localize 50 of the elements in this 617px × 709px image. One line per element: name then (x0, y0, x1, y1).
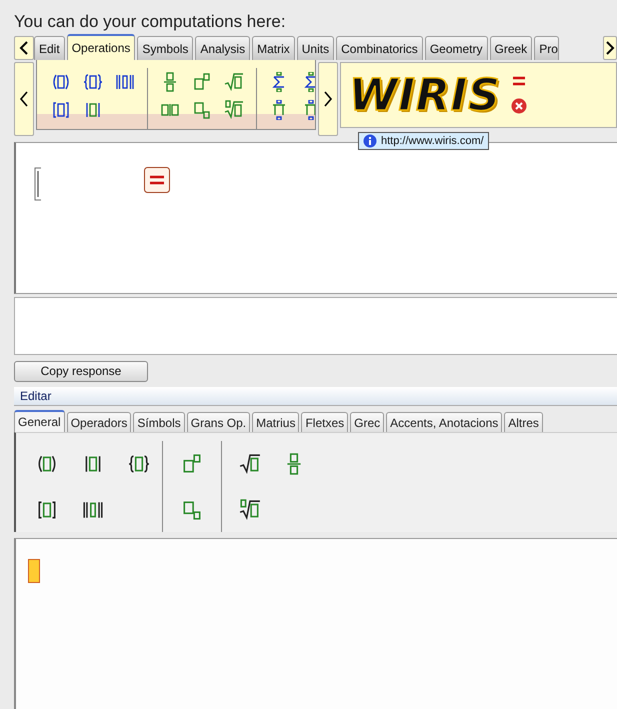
tab[interactable]: Grec (350, 412, 384, 432)
tab[interactable]: Matrix (252, 36, 295, 60)
superscript-icon[interactable] (192, 72, 212, 92)
tab[interactable]: Accents, Anotacions (386, 412, 502, 432)
text-cursor (28, 559, 40, 583)
tab[interactable]: Pro (534, 36, 559, 60)
tab[interactable]: Grans Op. (186, 412, 250, 432)
scroll-right-button[interactable] (603, 36, 617, 60)
response-field[interactable] (14, 297, 617, 355)
chevron-right-icon (323, 91, 333, 107)
calculate-button[interactable] (144, 167, 170, 193)
info-icon (363, 134, 377, 148)
scroll-left-button[interactable] (14, 36, 34, 60)
tab[interactable]: Greek (490, 36, 532, 60)
tab[interactable]: Operadors (66, 412, 132, 432)
chevron-right-icon (605, 41, 615, 55)
brackets-icon[interactable] (51, 100, 71, 120)
parentheses-icon[interactable] (36, 453, 58, 475)
tab[interactable]: Edit (34, 36, 65, 60)
tab[interactable]: Matrius (252, 412, 300, 432)
tab[interactable]: Units (296, 36, 334, 60)
tooltip-text: http://www.wiris.com/ (381, 135, 484, 147)
heading: You can do your computations here: (14, 11, 287, 33)
norm-icon[interactable] (115, 72, 135, 92)
tab[interactable]: Símbols (133, 412, 185, 432)
tab[interactable]: Geometry (424, 36, 488, 60)
chevron-left-icon (19, 91, 29, 107)
tab[interactable]: General (14, 410, 65, 432)
subscript-icon[interactable] (192, 100, 212, 120)
tab[interactable]: Combinatorics (336, 36, 423, 60)
braces-icon[interactable] (83, 72, 103, 92)
chevron-left-icon (19, 41, 29, 55)
tab[interactable]: Fletxes (301, 412, 348, 432)
nth-root-icon[interactable] (239, 499, 261, 521)
subscript-icon[interactable] (181, 499, 203, 521)
square-root-icon[interactable] (239, 453, 261, 475)
logo: WIRIS (349, 70, 501, 120)
braces-icon[interactable] (128, 453, 150, 475)
panel-title: Editar (14, 387, 617, 406)
cursor-bracket-icon (34, 167, 42, 201)
parentheses-icon[interactable] (51, 72, 71, 92)
tab[interactable]: Operations (66, 34, 136, 60)
copy-response-button[interactable]: Copy response (14, 360, 148, 382)
equals-icon[interactable] (512, 76, 526, 86)
brackets-icon[interactable] (36, 499, 58, 521)
tab[interactable]: Analysis (195, 36, 250, 60)
superscript-icon[interactable] (181, 453, 203, 475)
tab[interactable]: Altres (504, 412, 543, 432)
close-icon[interactable] (510, 98, 527, 114)
tab[interactable]: Symbols (137, 36, 194, 60)
